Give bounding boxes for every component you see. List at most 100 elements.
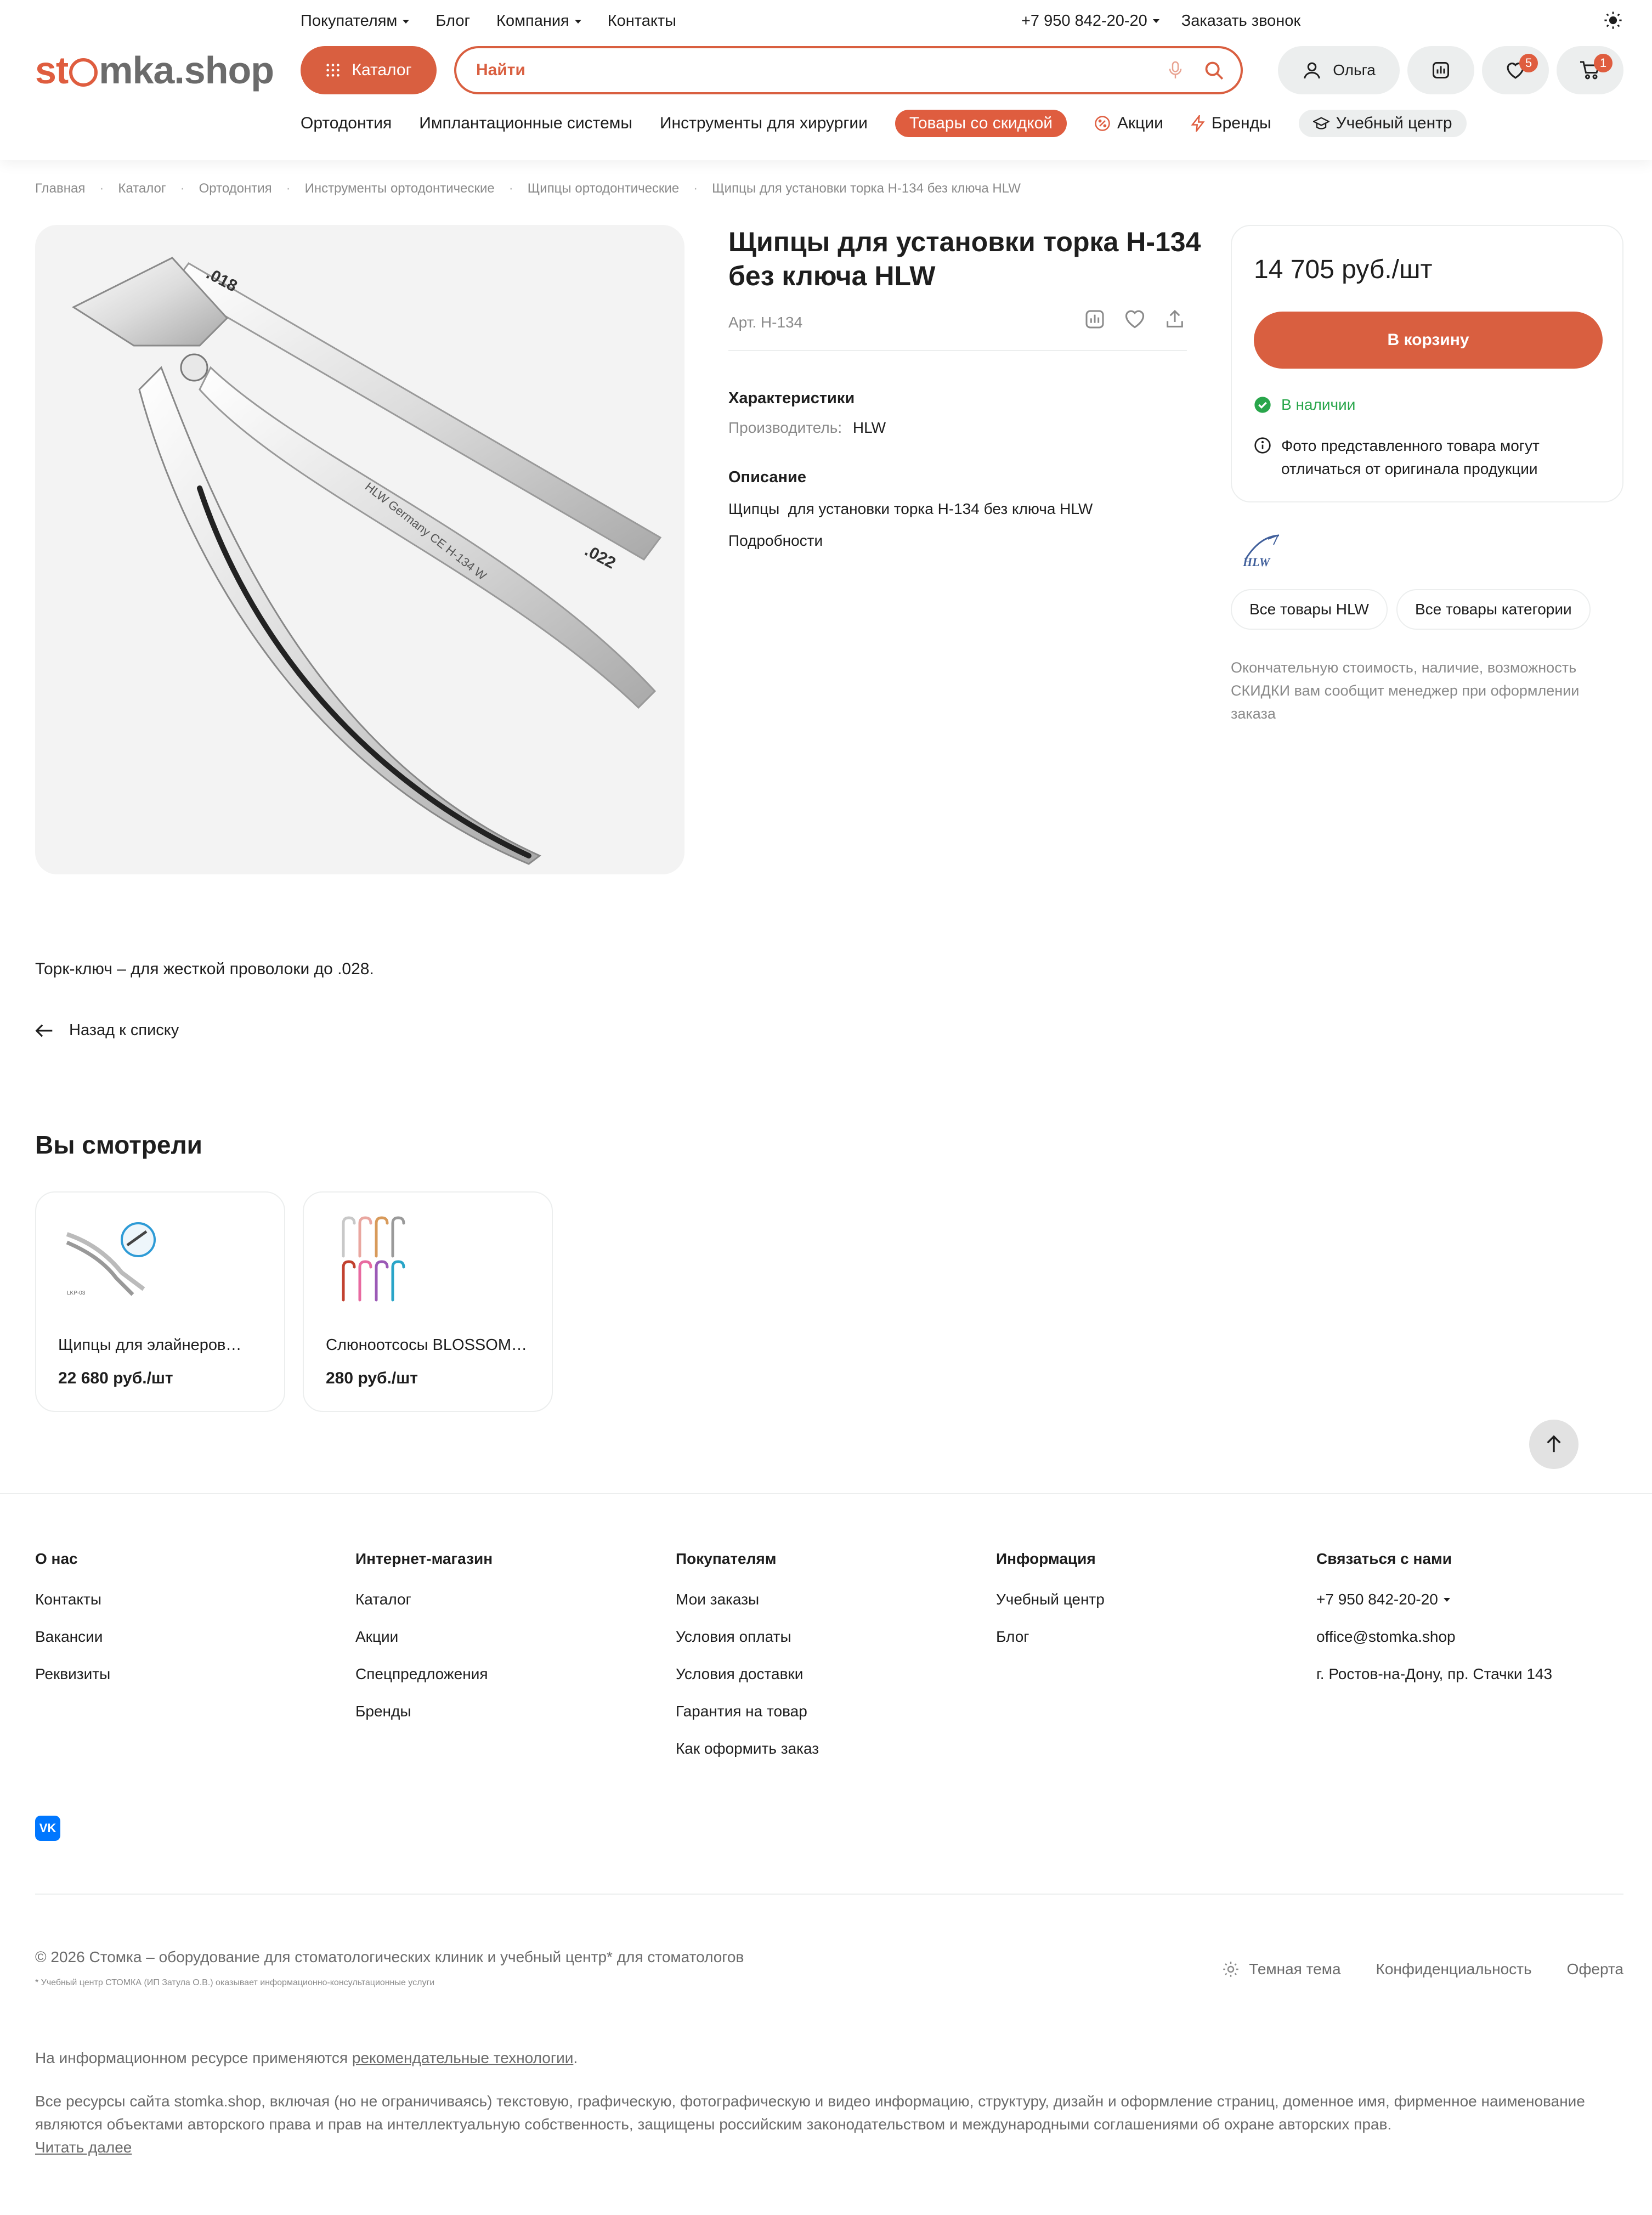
footer-link[interactable]: Блог xyxy=(996,1628,1105,1646)
sun-icon[interactable] xyxy=(1604,11,1622,30)
nav-sale[interactable]: Товары со скидкой xyxy=(895,110,1067,137)
percent-icon xyxy=(1094,115,1111,132)
microphone-icon[interactable] xyxy=(1167,60,1184,80)
search-input[interactable] xyxy=(476,61,1167,80)
add-to-cart-button[interactable]: В корзину xyxy=(1254,312,1603,369)
callback-link[interactable]: Заказать звонок xyxy=(1181,12,1300,30)
compare-icon[interactable] xyxy=(1084,308,1106,330)
footer-phone-text: +7 950 842-20-20 xyxy=(1316,1591,1438,1608)
top-nav-blog[interactable]: Блог xyxy=(435,12,470,30)
footer-link[interactable]: Акции xyxy=(355,1628,493,1646)
footer-link[interactable]: Реквизиты xyxy=(35,1665,110,1683)
sun-icon xyxy=(1223,1961,1239,1977)
footer-col-shop: Интернет-магазин Каталог Акции Спецпредл… xyxy=(355,1550,493,1740)
all-brand-products-button[interactable]: Все товары HLW xyxy=(1231,589,1388,630)
viewed-card-price: 22 680 руб./шт xyxy=(58,1369,173,1387)
category-nav: Ортодонтия Имплантационные системы Инстр… xyxy=(301,110,1467,137)
viewed-card[interactable]: Слюноотсосы BLOSSOM… 280 руб./шт xyxy=(303,1191,553,1412)
scroll-to-top-button[interactable] xyxy=(1529,1420,1579,1469)
breadcrumb-separator: · xyxy=(180,181,185,196)
copyright: © 2026 Стомка – оборудование для стомато… xyxy=(35,1948,744,1965)
compare-button[interactable] xyxy=(1407,46,1474,94)
share-icon[interactable] xyxy=(1164,308,1186,330)
viewed-card-name: Щипцы для элайнеров… xyxy=(58,1336,242,1354)
stock-status: В наличии xyxy=(1254,396,1355,414)
footer-link[interactable]: Бренды xyxy=(355,1703,493,1720)
logo-text-2: mka xyxy=(99,49,174,92)
footer-col-title: Покупателям xyxy=(676,1550,777,1567)
breadcrumb-item[interactable]: Ортодонтия xyxy=(199,181,272,196)
footer-link[interactable]: Условия оплаты xyxy=(676,1628,819,1646)
footer-col-buyers: Покупателям Мои заказы Условия оплаты Ус… xyxy=(676,1550,819,1777)
brand-logo[interactable]: HLW xyxy=(1235,531,1285,569)
copyright-note: * Учебный центр СТОМКА (ИП Затула О.В.) … xyxy=(35,1978,435,1987)
breadcrumb-item[interactable]: Щипцы ортодонтические xyxy=(528,181,679,196)
read-more-link[interactable]: Читать далее xyxy=(35,2136,1604,2159)
search-icon[interactable] xyxy=(1203,60,1224,81)
footer-col-title: О нас xyxy=(35,1550,78,1567)
footer-link[interactable]: Вакансии xyxy=(35,1628,110,1646)
footer-links: Темная тема Конфиденциальность Оферта xyxy=(1223,1960,1623,1978)
footer-link[interactable]: Мои заказы xyxy=(676,1591,819,1608)
footer-col-title: Связаться с нами xyxy=(1316,1550,1452,1567)
viewed-card[interactable]: LKP-03 Щипцы для элайнеров… 22 680 руб./… xyxy=(35,1191,285,1412)
footer-link[interactable]: Каталог xyxy=(355,1591,493,1608)
recommendation-text: На информационном ресурсе применяются xyxy=(35,2049,352,2066)
info-icon xyxy=(1254,437,1271,481)
copyright-legal: Все ресурсы сайта stomka.shop, включая (… xyxy=(35,2090,1604,2159)
dark-theme-toggle[interactable]: Темная тема xyxy=(1223,1960,1341,1978)
search-bar xyxy=(454,46,1243,94)
footer-link[interactable]: Условия доставки xyxy=(676,1665,819,1683)
nav-edu-center[interactable]: Учебный центр xyxy=(1298,110,1467,137)
product-article: Арт. H-134 xyxy=(728,314,803,331)
all-category-products-button[interactable]: Все товары категории xyxy=(1396,589,1591,630)
top-nav-contacts[interactable]: Контакты xyxy=(608,12,676,30)
brand-logo-text: HLW xyxy=(1242,555,1271,569)
user-button[interactable]: Ольга xyxy=(1278,46,1400,94)
footer-link[interactable]: Как оформить заказ xyxy=(676,1740,819,1758)
arrow-up-icon xyxy=(1546,1435,1562,1454)
offer-link[interactable]: Оферта xyxy=(1567,1960,1623,1978)
cart-button[interactable]: 1 xyxy=(1557,46,1623,94)
privacy-link[interactable]: Конфиденциальность xyxy=(1376,1960,1532,1978)
recommendation-link[interactable]: рекомендательные технологии xyxy=(352,2049,573,2066)
top-nav-company[interactable]: Компания xyxy=(496,12,581,30)
breadcrumb-current: Щипцы для установки торка H-134 без ключ… xyxy=(712,181,1021,196)
nav-implants[interactable]: Имплантационные системы xyxy=(419,114,632,133)
chevron-down-icon xyxy=(1152,19,1159,23)
breadcrumb-item[interactable]: Каталог xyxy=(118,181,166,196)
cart-badge: 1 xyxy=(1594,54,1613,72)
top-nav: Покупателям Блог Компания Контакты xyxy=(301,12,676,30)
breadcrumb-item[interactable]: Главная xyxy=(35,181,85,196)
details-link[interactable]: Подробности xyxy=(728,532,823,550)
favorites-button[interactable]: 5 xyxy=(1482,46,1549,94)
breadcrumb-separator: · xyxy=(693,181,698,196)
product-photo[interactable]: .018 .022 HLW Germany CE H-134 W xyxy=(35,225,684,874)
logo[interactable]: st mka.shop xyxy=(35,48,274,92)
recommendation-notice: На информационном ресурсе применяются ре… xyxy=(35,2049,578,2067)
manufacturer-label: Производитель: xyxy=(728,419,842,436)
footer-col-about: О нас Контакты Вакансии Реквизиты xyxy=(35,1550,110,1703)
footer-link[interactable]: Контакты xyxy=(35,1591,110,1608)
footer-link[interactable]: Учебный центр xyxy=(996,1591,1105,1608)
back-to-list-link[interactable]: Назад к списку xyxy=(35,1021,179,1039)
header-phone[interactable]: +7 950 842-20-20 xyxy=(1021,12,1159,30)
vk-icon[interactable]: VK xyxy=(35,1816,60,1841)
nav-orthodontics[interactable]: Ортодонтия xyxy=(301,114,392,133)
catalog-button[interactable]: Каталог xyxy=(301,46,437,94)
nav-promo[interactable]: Акции xyxy=(1094,114,1163,133)
top-nav-buyers[interactable]: Покупателям xyxy=(301,12,409,30)
description-heading: Описание xyxy=(728,468,806,486)
footer-phone[interactable]: +7 950 842-20-20 xyxy=(1316,1591,1552,1608)
footer-link[interactable]: Спецпредложения xyxy=(355,1665,493,1683)
pliers-engraving: HLW Germany CE H-134 W xyxy=(363,479,489,583)
breadcrumb-item[interactable]: Инструменты ортодонтические xyxy=(305,181,495,196)
heart-icon[interactable] xyxy=(1123,308,1146,330)
nav-surgery-tools[interactable]: Инструменты для хирургии xyxy=(660,114,868,133)
footer-link[interactable]: Гарантия на товар xyxy=(676,1703,819,1720)
arrow-left-icon xyxy=(35,1024,54,1038)
footer-email[interactable]: office@stomka.shop xyxy=(1316,1628,1552,1646)
nav-brands[interactable]: Бренды xyxy=(1191,114,1271,133)
viewed-card-name: Слюноотсосы BLOSSOM… xyxy=(326,1336,527,1354)
footer-address: г. Ростов-на-Дону, пр. Стачки 143 xyxy=(1316,1665,1553,1682)
